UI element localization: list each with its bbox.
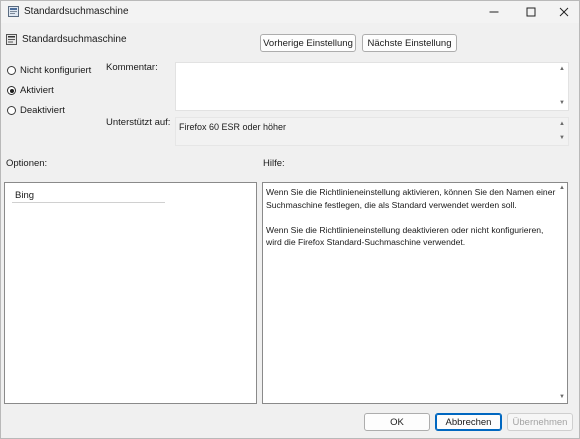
next-setting-button[interactable]: Nächste Einstellung	[362, 34, 457, 52]
minimize-icon[interactable]	[477, 1, 511, 23]
window-title: Standardsuchmaschine	[24, 6, 129, 17]
help-text: Wenn Sie die Richtlinieneinstellung akti…	[266, 186, 556, 261]
scroll-up-icon[interactable]: ▲	[559, 121, 566, 128]
radio-disabled[interactable]: Deaktiviert	[7, 105, 65, 116]
radio-label: Deaktiviert	[20, 105, 65, 116]
radio-button[interactable]	[7, 86, 16, 95]
supported-on-label: Unterstützt auf:	[106, 117, 171, 128]
policy-name: Standardsuchmaschine	[22, 34, 127, 45]
policy-dialog: Standardsuchmaschine Standardsuchmaschin…	[0, 0, 580, 439]
radio-label: Aktiviert	[20, 85, 54, 96]
policy-icon	[6, 34, 17, 45]
comment-label: Kommentar:	[106, 62, 158, 73]
help-paragraph: Wenn Sie die Richtlinieneinstellung deak…	[266, 224, 544, 248]
options-panel: Bing	[4, 182, 257, 404]
help-panel: Wenn Sie die Richtlinieneinstellung akti…	[262, 182, 568, 404]
maximize-icon[interactable]	[514, 1, 548, 23]
supported-on-field: Firefox 60 ESR oder höher ▲ ▼	[175, 117, 569, 146]
title-bar: Standardsuchmaschine	[1, 1, 579, 23]
help-label: Hilfe:	[263, 158, 285, 169]
scroll-up-icon[interactable]: ▲	[559, 185, 566, 192]
scroll-down-icon[interactable]: ▼	[559, 100, 566, 107]
supported-on-value: Firefox 60 ESR oder höher	[179, 122, 287, 132]
close-icon[interactable]	[547, 1, 580, 23]
radio-button[interactable]	[7, 106, 16, 115]
previous-setting-button[interactable]: Vorherige Einstellung	[260, 34, 356, 52]
radio-button[interactable]	[7, 66, 16, 75]
help-scrollbar[interactable]: ▲ ▼	[558, 183, 567, 403]
scroll-down-icon[interactable]: ▼	[559, 135, 566, 142]
radio-label: Nicht konfiguriert	[20, 65, 92, 76]
help-paragraph: Wenn Sie die Richtlinieneinstellung akti…	[266, 187, 556, 210]
radio-enabled[interactable]: Aktiviert	[7, 85, 54, 96]
policy-setting-icon	[8, 6, 19, 17]
ok-button[interactable]: OK	[364, 413, 430, 431]
apply-button[interactable]: Übernehmen	[507, 413, 573, 431]
options-label: Optionen:	[6, 158, 48, 169]
comment-field[interactable]: ▲ ▼	[175, 62, 569, 111]
scroll-down-icon[interactable]: ▼	[559, 394, 566, 401]
scroll-up-icon[interactable]: ▲	[559, 66, 566, 73]
search-engine-input[interactable]: Bing	[12, 187, 165, 203]
radio-not-configured[interactable]: Nicht konfiguriert	[7, 65, 91, 76]
cancel-button[interactable]: Abbrechen	[435, 413, 502, 431]
